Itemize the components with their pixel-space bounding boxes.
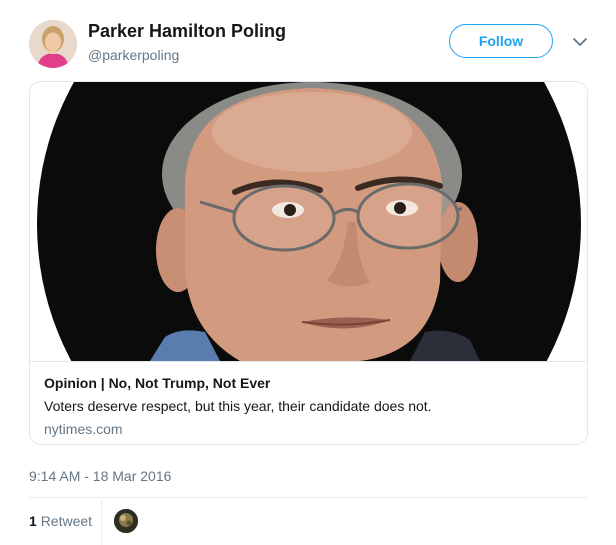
display-name[interactable]: Parker Hamilton Poling: [88, 21, 286, 42]
user-handle[interactable]: @parkerpoling: [88, 47, 179, 63]
retweet-label: Retweet: [40, 513, 93, 529]
avatar[interactable]: [29, 20, 77, 68]
card-image: [30, 82, 587, 361]
card-description: Voters deserve respect, but this year, t…: [44, 398, 432, 414]
card-title: Opinion | No, Not Trump, Not Ever: [44, 375, 271, 391]
card-domain: nytimes.com: [44, 421, 123, 437]
follow-button-label: Follow: [478, 33, 524, 49]
retweet-stat[interactable]: 1 Retweet: [29, 513, 92, 529]
card-body: Opinion | No, Not Trump, Not Ever Voters…: [30, 361, 587, 444]
stat-divider: [101, 500, 102, 545]
link-card[interactable]: Opinion | No, Not Trump, Not Ever Voters…: [29, 81, 588, 445]
retweet-count: 1: [29, 513, 37, 529]
tweet-timestamp[interactable]: 9:14 AM - 18 Mar 2016: [29, 468, 171, 484]
retweeter-avatar[interactable]: [114, 509, 138, 533]
chevron-down-icon[interactable]: [572, 34, 588, 50]
follow-button[interactable]: Follow: [449, 24, 553, 58]
divider: [29, 497, 588, 498]
